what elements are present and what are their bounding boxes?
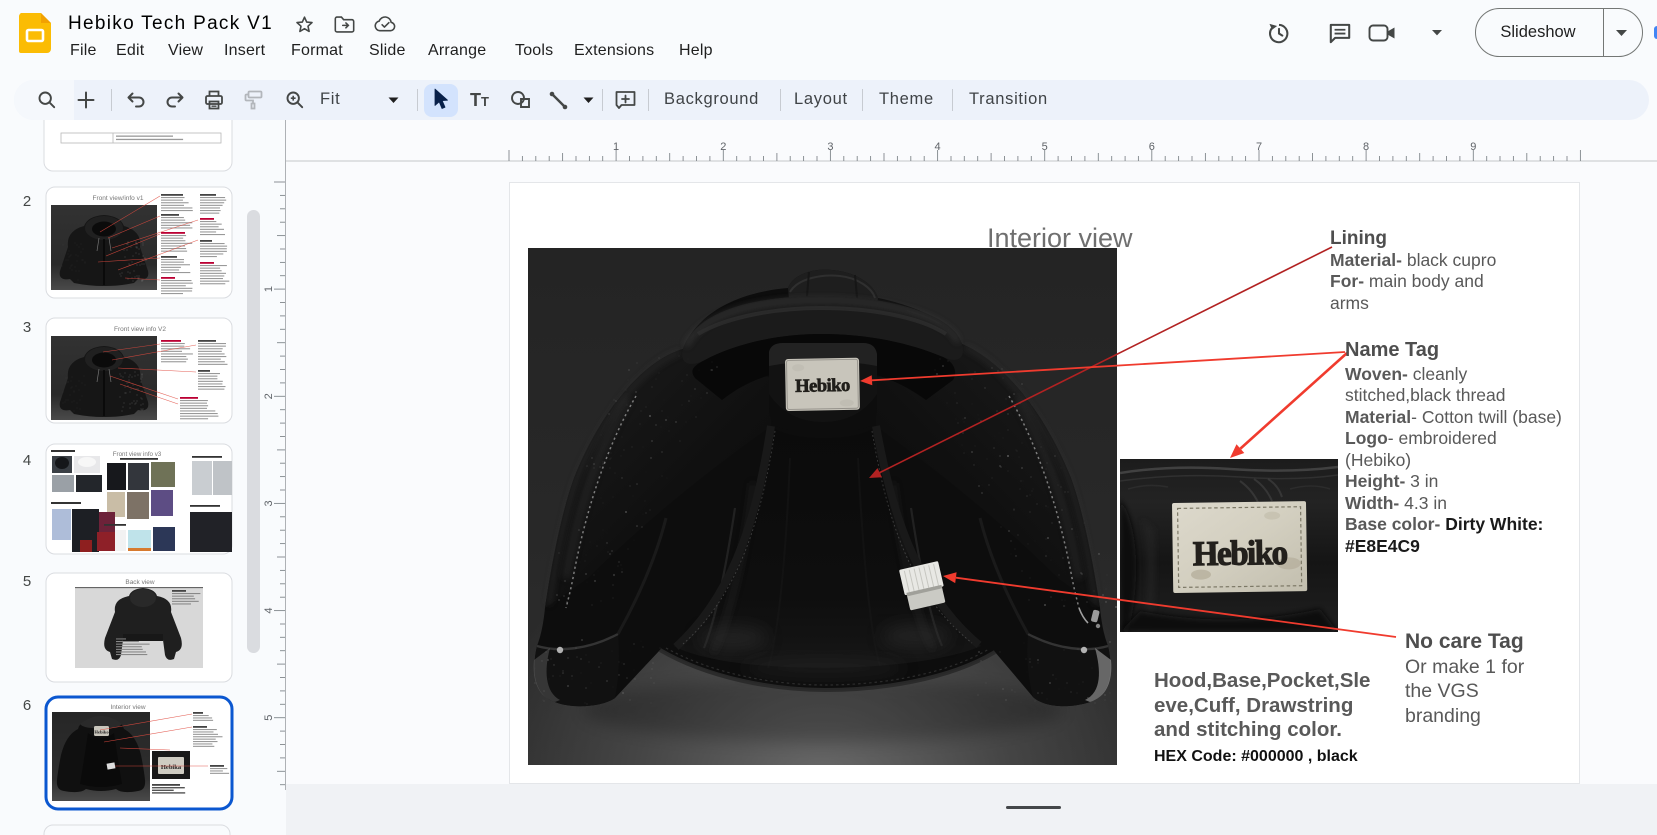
svg-text:5: 5: [1042, 141, 1048, 153]
svg-text:Front view info v3: Front view info v3: [113, 451, 162, 458]
svg-text:Interior view: Interior view: [110, 704, 145, 711]
svg-text:5: 5: [23, 573, 31, 590]
svg-text:Back view: Back view: [125, 579, 155, 586]
svg-text:Front view/info v1: Front view/info v1: [93, 195, 144, 202]
svg-text:2: 2: [23, 193, 31, 210]
svg-text:2: 2: [720, 141, 726, 153]
svg-text:1: 1: [613, 141, 619, 153]
svg-text:Front view info V2: Front view info V2: [114, 326, 166, 333]
svg-text:4: 4: [935, 141, 941, 153]
svg-text:Hebiko: Hebiko: [94, 730, 109, 735]
svg-text:6: 6: [1149, 141, 1155, 153]
svg-text:6: 6: [23, 697, 31, 714]
svg-text:4: 4: [23, 452, 31, 469]
svg-text:9: 9: [1470, 141, 1476, 153]
svg-text:7: 7: [1256, 141, 1262, 153]
svg-text:8: 8: [1363, 141, 1369, 153]
svg-text:Hebika: Hebika: [161, 764, 182, 771]
svg-text:3: 3: [23, 319, 31, 336]
svg-text:3: 3: [827, 141, 833, 153]
